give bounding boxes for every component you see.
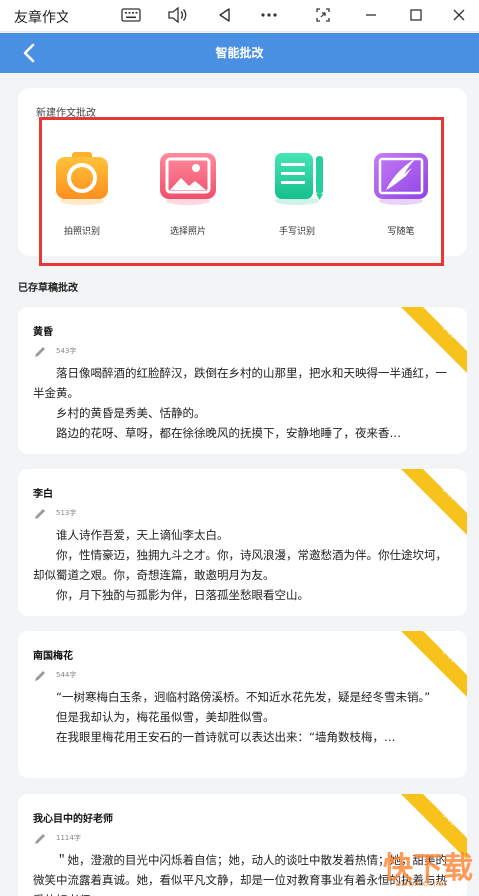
volume-icon[interactable] [164,4,190,26]
highlight-box [39,117,444,266]
word-count: 544字 [56,671,77,679]
watermark-url: www.kxx.net [395,879,447,888]
pencil-icon [33,344,47,358]
pencil-icon [33,506,47,520]
draft-title: 南国梅花 [33,651,73,662]
window-title: 友章作文 [14,10,68,26]
pencil-icon [33,668,47,682]
draft-title: 李白 [33,489,53,500]
keyboard-icon[interactable] [118,4,144,26]
excerpt-line: 乡村的黄昏是秀美、恬静的。 [56,406,206,420]
sample-badge: 示例 [401,631,467,697]
page-title: 智能批改 [215,46,264,60]
maximize-icon[interactable] [403,4,429,26]
draft-excerpt: 谁人诗作吾爱，天上谪仙李太白。 你，性情豪迈，独拥九斗之才。你，诗风浪漫，常邀愁… [33,525,453,605]
draft-card[interactable]: 南国梅花 544字 “一树寒梅白玉条，迥临村路傍溪桥。不知近水花先发，疑是经冬雪… [18,631,467,778]
excerpt-line: 你，月下独酌与孤影为伴，日落孤坐愁眼看空山。 [56,588,309,602]
word-count: 513字 [56,509,77,517]
excerpt-line: 但是我却认为，梅花虽似雪，美却胜似雪。 [56,710,275,724]
sample-badge: 示例 [401,307,467,373]
draft-excerpt: 落日像喝醉酒的红脸醉汉，跌倒在乡村的山那里，把水和天映得一半通红，一半金黄。 乡… [33,363,453,443]
excerpt-line: 落日像喝醉酒的红脸醉汉，跌倒在乡村的山那里，把水和天映得一半通红，一半金黄。 [33,366,447,400]
excerpt-line: 在我眼里梅花用王安石的一首诗就可以表达出来：“墙角数枝梅，… [56,730,396,744]
drafts-section-label: 已存草稿批改 [18,283,78,294]
draft-title: 我心目中的好老师 [33,814,113,825]
draft-excerpt: “一树寒梅白玉条，迥临村路傍溪桥。不知近水花先发，疑是经冬雪未销。” 但是我却认… [33,687,453,747]
window-titlebar: 友章作文 [0,0,479,32]
site-watermark: 快下载 www.kxx.net [365,843,475,893]
word-count: 543字 [56,347,77,355]
excerpt-line: 你，性情豪迈，独拥九斗之才。你，诗风浪漫，常邀愁酒为伴。你仕途坎坷，却似蜀道之艰… [33,548,447,582]
excerpt-line: 谁人诗作吾爱，天上谪仙李太白。 [56,528,229,542]
excerpt-line: 路边的花呀、草呀，都在徐徐晚风的抚摸下，安静地睡了，夜来香… [56,426,401,440]
close-icon[interactable] [446,4,472,26]
draft-card[interactable]: 李白 513字 谁人诗作吾爱，天上谪仙李太白。 你，性情豪迈，独拥九斗之才。你，… [18,469,467,616]
screenshot-icon[interactable] [310,4,336,26]
draft-card[interactable]: 黄昏 543字 落日像喝醉酒的红脸醉汉，跌倒在乡村的山那里，把水和天映得一半通红… [18,307,467,454]
pencil-icon [33,831,47,845]
app-header: 智能批改 [0,33,479,73]
back-triangle-icon[interactable] [212,4,238,26]
word-count: 1114字 [56,834,81,842]
draft-title: 黄昏 [33,327,53,338]
minimize-icon[interactable] [358,4,384,26]
sample-badge: 示例 [401,469,467,535]
more-icon[interactable] [256,4,282,26]
excerpt-line: “一树寒梅白玉条，迥临村路傍溪桥。不知近水花先发，疑是经冬雪未销。” [56,690,431,704]
